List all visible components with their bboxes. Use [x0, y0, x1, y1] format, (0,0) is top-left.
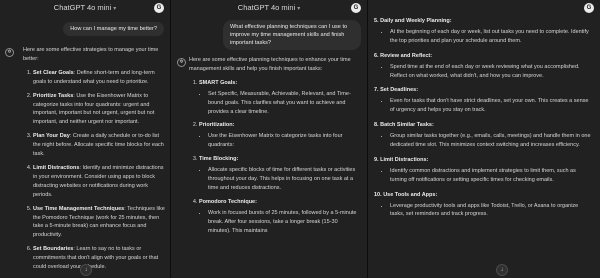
list-item: Set Clear Goals: Define short-term and l…	[33, 69, 165, 87]
technique-list-continued: 5. Daily and Weekly Planning: At the begi…	[374, 17, 592, 219]
model-name: ChatGPT 4o mini	[53, 3, 112, 12]
list-item: Limit Distractions: Identify and minimiz…	[33, 164, 165, 200]
item-title: Time Blocking:	[199, 156, 239, 163]
bullet-item: Allocate specific blocks of time for dif…	[208, 166, 361, 193]
answer-intro: Here are some effective strategies to ma…	[23, 47, 159, 62]
bullet-item: Identify common distractions and impleme…	[390, 167, 592, 185]
item-title: Use Tools and Apps:	[383, 191, 438, 198]
bullet-list: Spend time at the end of each day or wee…	[374, 63, 592, 81]
scroll-down-icon[interactable]: ↓	[80, 264, 92, 276]
scroll-down-icon[interactable]: ↓	[496, 264, 508, 276]
list-item: Prioritize Tasks: Use the Eisenhower Mat…	[33, 92, 165, 128]
list-item: 7. Set Deadlines: Even for tasks that don…	[374, 86, 592, 115]
screenshot-root: ChatGPT 4o mini ▾ G How can I manage my t…	[0, 0, 600, 278]
new-chat-icon[interactable]: G	[584, 3, 594, 13]
item-heading: 10. Use Tools and Apps:	[374, 191, 592, 200]
assistant-message: Here are some effective strategies to ma…	[23, 46, 165, 277]
model-name: ChatGPT 4o mini	[237, 3, 296, 12]
bullet-list: Group similar tasks together (e.g., emai…	[374, 132, 592, 150]
list-item: Set Boundaries: Learn to say no to tasks…	[33, 245, 165, 272]
bullet-item: Use the Eisenhower Matrix to categorize …	[208, 132, 361, 150]
item-title: Prioritization:	[199, 122, 235, 129]
user-message: How can I manage my time better?	[63, 22, 164, 36]
item-title: Set Clear Goals	[33, 69, 74, 76]
item-title: Prioritize Tasks	[33, 92, 74, 99]
chevron-down-icon: ▾	[113, 6, 117, 12]
list-item: 5. Daily and Weekly Planning: At the begi…	[374, 17, 592, 46]
item-title: SMART Goals:	[199, 79, 238, 86]
user-message: What effective planning techniques can I…	[223, 20, 361, 50]
bullet-item: Leverage productivity tools and apps lik…	[390, 202, 592, 220]
item-title: Batch Similar Tasks:	[380, 122, 434, 129]
bullet-item: Set Specific, Measurable, Achievable, Re…	[208, 90, 361, 117]
new-chat-icon[interactable]: G	[154, 3, 164, 13]
item-title: Use Time Management Techniques	[33, 205, 125, 212]
item-number: 8.	[374, 122, 379, 129]
chatgpt-logo-icon: ✲	[177, 58, 186, 67]
bullet-item: Work in focused bursts of 25 minutes, fo…	[208, 209, 361, 236]
bullet-list: At the beginning of each day or week, li…	[374, 28, 592, 46]
chat-header: G	[368, 0, 600, 17]
list-item: Pomodoro Technique: Work in focused burst…	[199, 198, 361, 236]
technique-list: SMART Goals: Set Specific, Measurable, Ac…	[189, 79, 361, 236]
bullet-list: Use the Eisenhower Matrix to categorize …	[199, 132, 361, 150]
item-title: Plan Your Day	[33, 133, 70, 140]
list-item: 10. Use Tools and Apps: Leverage producti…	[374, 191, 592, 220]
item-heading: 6. Review and Reflect:	[374, 52, 592, 61]
list-item: Time Blocking: Allocate specific blocks o…	[199, 155, 361, 193]
item-title: Pomodoro Technique:	[199, 198, 257, 205]
item-title: Set Deadlines:	[380, 87, 419, 94]
chevron-down-icon: ▾	[297, 6, 301, 12]
item-title: Limit Distractions	[33, 164, 80, 171]
bullet-list: Even for tasks that don't have strict de…	[374, 97, 592, 115]
item-heading: 7. Set Deadlines:	[374, 86, 592, 95]
bullet-list: Leverage productivity tools and apps lik…	[374, 202, 592, 220]
item-title: Limit Distractions:	[380, 156, 429, 163]
answer-intro: Here are some effective planning techniq…	[189, 57, 351, 72]
bullet-item: Spend time at the end of each day or wee…	[390, 63, 592, 81]
model-selector[interactable]: ChatGPT 4o mini ▾	[0, 3, 170, 12]
chatgpt-logo-icon: ✲	[5, 48, 14, 57]
chat-panel-3: G 5. Daily and Weekly Planning: At the be…	[368, 0, 600, 278]
model-selector[interactable]: ChatGPT 4o mini ▾	[171, 3, 367, 12]
list-item: Use Time Management Techniques: Techniqu…	[33, 205, 165, 241]
item-number: 9.	[374, 156, 379, 163]
item-number: 10.	[374, 191, 382, 198]
list-item: Plan Your Day: Create a daily schedule o…	[33, 132, 165, 159]
list-item: 8. Batch Similar Tasks: Group similar tas…	[374, 121, 592, 150]
list-item: 9. Limit Distractions: Identify common di…	[374, 156, 592, 185]
item-title: Set Boundaries	[33, 246, 74, 253]
list-item: SMART Goals: Set Specific, Measurable, Ac…	[199, 79, 361, 117]
item-heading: 5. Daily and Weekly Planning:	[374, 17, 592, 26]
list-item: 6. Review and Reflect: Spend time at the …	[374, 52, 592, 81]
item-number: 5.	[374, 18, 379, 24]
chat-panel-1: ChatGPT 4o mini ▾ G How can I manage my t…	[0, 0, 170, 278]
chat-header: ChatGPT 4o mini ▾ G	[171, 0, 367, 17]
chat-header: ChatGPT 4o mini ▾ G	[0, 0, 170, 17]
item-title: Daily and Weekly Planning:	[380, 18, 452, 24]
bullet-list: Identify common distractions and impleme…	[374, 167, 592, 185]
bullet-item: Even for tasks that don't have strict de…	[390, 97, 592, 115]
bullet-item: Group similar tasks together (e.g., emai…	[390, 132, 592, 150]
item-heading: 9. Limit Distractions:	[374, 156, 592, 165]
item-number: 7.	[374, 87, 379, 94]
item-number: 6.	[374, 52, 379, 59]
bullet-list: Work in focused bursts of 25 minutes, fo…	[199, 209, 361, 236]
assistant-message: 5. Daily and Weekly Planning: At the begi…	[374, 17, 592, 225]
new-chat-icon[interactable]: G	[351, 3, 361, 13]
bullet-item: At the beginning of each day or week, li…	[390, 28, 592, 46]
list-item: Prioritization: Use the Eisenhower Matrix…	[199, 121, 361, 150]
bullet-list: Allocate specific blocks of time for dif…	[199, 166, 361, 193]
chat-panel-2: ChatGPT 4o mini ▾ G What effective planni…	[171, 0, 367, 278]
item-title: Review and Reflect:	[380, 52, 433, 59]
strategy-list: Set Clear Goals: Define short-term and l…	[23, 69, 165, 272]
bullet-list: Set Specific, Measurable, Achievable, Re…	[199, 90, 361, 117]
item-heading: 8. Batch Similar Tasks:	[374, 121, 592, 130]
assistant-message: Here are some effective planning techniq…	[189, 56, 361, 240]
